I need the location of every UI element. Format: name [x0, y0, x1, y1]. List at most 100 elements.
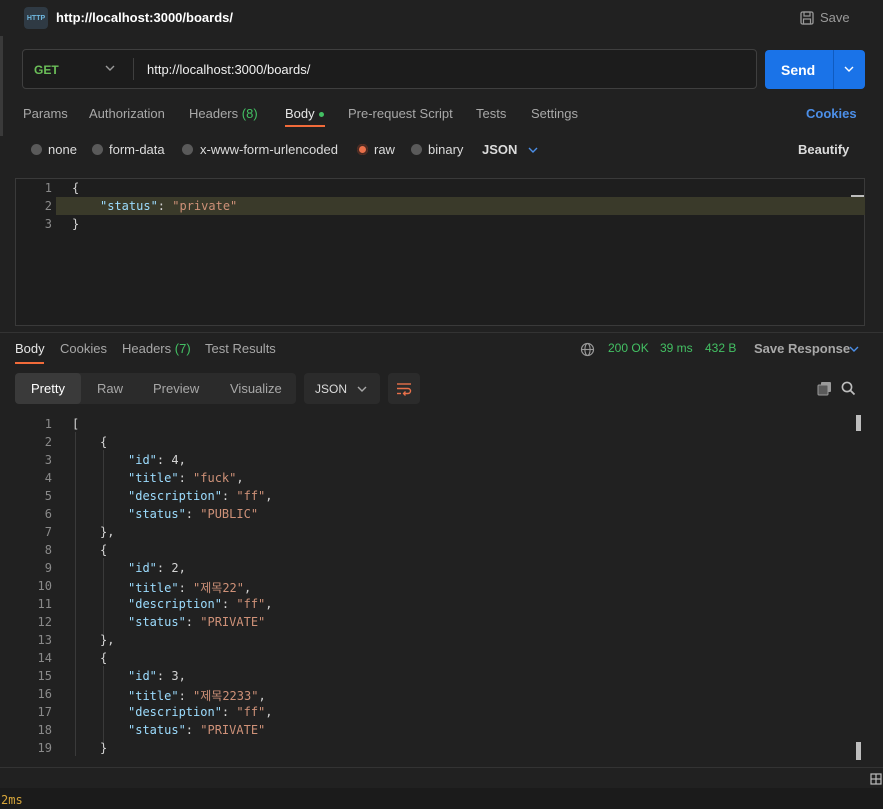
json-key: "status": [100, 199, 158, 213]
response-tab-test-results[interactable]: Test Results: [205, 341, 276, 356]
code-open-brace: {: [72, 181, 80, 195]
scrollbar-thumb[interactable]: [856, 415, 861, 431]
code-line: "title": "제목22",: [128, 579, 251, 596]
code-line: "status": "PRIVATE": [128, 615, 265, 629]
tab-tests[interactable]: Tests: [476, 106, 506, 121]
response-tab-body[interactable]: Body: [15, 341, 45, 356]
code-line: [: [72, 417, 79, 431]
tab-body-underline: [285, 125, 325, 127]
editor-scroll-marker: [851, 195, 864, 197]
radio-binary[interactable]: [411, 144, 422, 155]
view-mode-preview[interactable]: Preview: [153, 381, 199, 396]
json-comma: ,: [178, 453, 186, 467]
copy-icon[interactable]: [817, 381, 832, 396]
send-options-chevron-icon[interactable]: [843, 63, 855, 75]
json-value: "PRIVATE": [200, 723, 266, 737]
view-mode-raw[interactable]: Raw: [97, 381, 123, 396]
code-line: "description": "ff",: [128, 705, 273, 719]
chevron-down-icon[interactable]: [527, 144, 539, 156]
json-value: "ff": [236, 705, 266, 719]
code-line: },: [100, 633, 114, 647]
code-line: "title": "제목2233",: [128, 687, 266, 704]
response-tab-headers[interactable]: Headers (7): [122, 341, 191, 356]
globe-icon[interactable]: [580, 342, 595, 357]
line-number: 5: [44, 489, 52, 503]
layout-toggle-icon[interactable]: [870, 773, 882, 785]
response-time[interactable]: 39 ms: [660, 341, 693, 355]
chevron-down-icon[interactable]: [104, 62, 116, 74]
radio-form-data-label[interactable]: form-data: [109, 142, 165, 157]
chevron-down-icon[interactable]: [848, 343, 860, 355]
json-comma: ,: [265, 489, 273, 503]
radio-urlencoded[interactable]: [182, 144, 193, 155]
tab-settings[interactable]: Settings: [531, 106, 578, 121]
line-number: 10: [37, 579, 52, 593]
json-comma: ,: [107, 633, 115, 647]
save-button[interactable]: Save: [800, 10, 850, 25]
code-line: {: [100, 435, 107, 449]
response-tab-body-underline: [15, 362, 44, 364]
tab-headers-label: Headers: [189, 106, 239, 121]
code-line: }: [100, 741, 107, 755]
json-comma: ,: [236, 471, 244, 485]
line-number: 1: [44, 181, 52, 195]
json-open-brace: {: [100, 543, 108, 557]
indent-guide: [103, 450, 104, 530]
tab-authorization[interactable]: Authorization: [89, 106, 165, 121]
response-tab-headers-count: (7): [174, 341, 191, 356]
json-colon: :: [221, 489, 237, 503]
json-comma: ,: [178, 669, 186, 683]
code-line: "status": "PUBLIC": [128, 507, 258, 521]
json-value: "PRIVATE": [200, 615, 266, 629]
json-comma: ,: [265, 705, 273, 719]
radio-none[interactable]: [31, 144, 42, 155]
body-format-select[interactable]: JSON: [482, 142, 517, 157]
json-comma: ,: [265, 597, 273, 611]
tab-body[interactable]: Body: [285, 106, 324, 121]
save-response-button[interactable]: Save Response: [754, 341, 850, 356]
tab-pre-request-script[interactable]: Pre-request Script: [348, 106, 453, 121]
status-bar-divider: [0, 767, 883, 768]
radio-form-data[interactable]: [92, 144, 103, 155]
json-value: "fuck": [193, 471, 237, 485]
line-number: 18: [37, 723, 52, 737]
line-number: 3: [44, 217, 52, 231]
beautify-button[interactable]: Beautify: [798, 142, 849, 157]
radio-raw[interactable]: [357, 144, 368, 155]
response-status[interactable]: 200 OK: [608, 341, 649, 355]
json-key: "description": [128, 597, 222, 611]
json-colon: :: [185, 507, 201, 521]
url-input[interactable]: [147, 62, 707, 77]
search-icon[interactable]: [841, 381, 856, 396]
json-value: "ff": [236, 597, 266, 611]
json-value: "PUBLIC": [200, 507, 259, 521]
indent-guide: [75, 432, 76, 756]
code-line: "title": "fuck",: [128, 471, 244, 485]
pane-separator[interactable]: [0, 332, 883, 333]
wrap-lines-icon: [397, 383, 412, 396]
response-format-label: JSON: [315, 382, 348, 396]
chevron-down-icon: [357, 386, 367, 392]
tab-params[interactable]: Params: [23, 106, 68, 121]
radio-urlencoded-label[interactable]: x-www-form-urlencoded: [200, 142, 338, 157]
method-select[interactable]: GET: [34, 63, 59, 77]
code-close-brace: }: [72, 217, 80, 231]
radio-none-label[interactable]: none: [48, 142, 77, 157]
radio-raw-label[interactable]: raw: [374, 142, 395, 157]
view-mode-visualize[interactable]: Visualize: [230, 381, 282, 396]
json-value: "private": [172, 199, 238, 213]
line-number: 2: [44, 435, 52, 449]
line-number: 8: [44, 543, 52, 557]
code-line: "id": 3,: [128, 669, 186, 683]
radio-binary-label[interactable]: binary: [428, 142, 463, 157]
json-value: 2: [171, 561, 179, 575]
response-size[interactable]: 432 B: [705, 341, 736, 355]
json-key: "title": [128, 581, 179, 595]
tab-headers[interactable]: Headers (8): [189, 106, 258, 121]
cookies-link[interactable]: Cookies: [806, 106, 857, 121]
json-value: "제목2233": [193, 689, 259, 703]
response-tab-cookies[interactable]: Cookies: [60, 341, 107, 356]
send-divider: [833, 50, 834, 89]
view-mode-pretty[interactable]: Pretty: [31, 381, 65, 396]
indent-guide: [103, 666, 104, 746]
